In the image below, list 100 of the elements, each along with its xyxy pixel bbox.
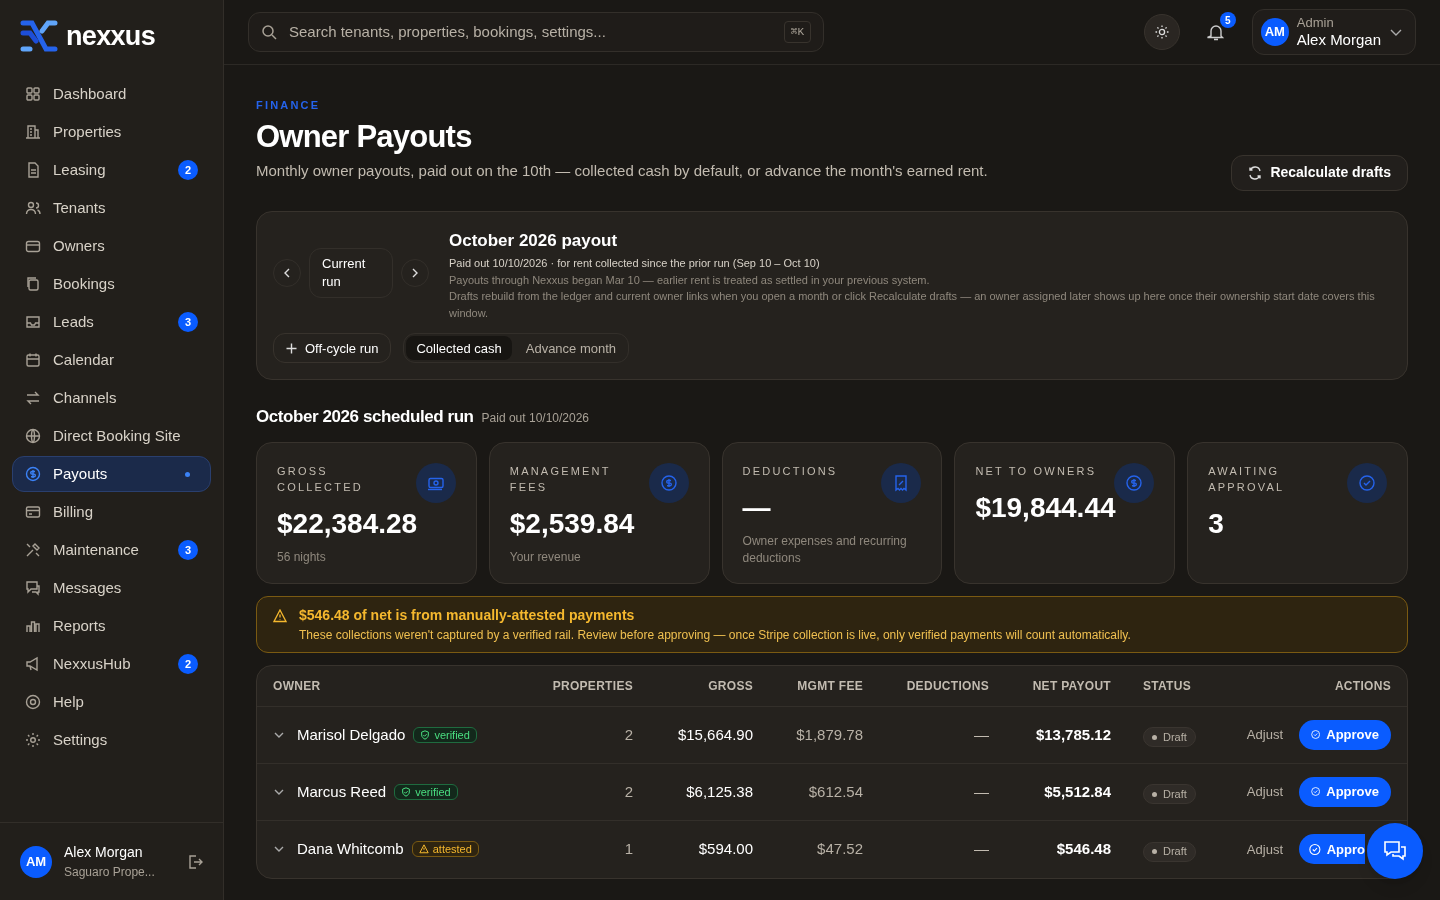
adjust-button[interactable]: Adjust: [1246, 725, 1283, 745]
nav-item[interactable]: Tenants: [12, 190, 211, 226]
chevron-right-icon: [410, 267, 420, 278]
table-cell-text: 2: [623, 781, 633, 802]
nav-item[interactable]: Calendar: [12, 342, 211, 378]
dollar-icon: [1125, 473, 1144, 492]
nav-label: Channels: [53, 387, 118, 408]
table-cell-text: $15,664.90: [676, 724, 753, 745]
chevron-left-icon: [282, 267, 292, 278]
status-badge: Draft: [1143, 841, 1196, 862]
bell-icon[interactable]: [1206, 23, 1225, 41]
nav-item[interactable]: Reports: [12, 608, 211, 644]
column-header: OWNER: [273, 677, 322, 695]
approve-button[interactable]: Appro: [1299, 834, 1365, 865]
nav-label: Maintenance: [53, 539, 140, 560]
period-note: Drafts rebuild from the ledger and current owner links when you open a month or click Recalculate drafts — an owner assigned later shows up here once their ownership start date covers this window.: [449, 289, 1376, 321]
table-cell-text: 1: [623, 839, 633, 859]
count-badge: 3: [178, 540, 198, 560]
nav-item[interactable]: Messages: [12, 570, 211, 606]
status-badge: Draft: [1143, 784, 1196, 804]
nav-item[interactable]: Properties: [12, 114, 211, 150]
dot-icon: [1152, 791, 1157, 797]
column-header: ACTIONS: [1333, 677, 1391, 695]
document-icon: [25, 162, 41, 178]
shortcut-hint: ⌘K: [783, 20, 811, 44]
nav-item[interactable]: Payouts: [12, 456, 211, 492]
card-icon: [25, 504, 41, 520]
table-cell-text: $5,512.84: [1043, 781, 1111, 802]
nav-label: Help: [53, 691, 85, 712]
nav-item[interactable]: Maintenance 3: [12, 532, 211, 568]
check-circle-icon: [1309, 842, 1321, 856]
table-cell-text: $546.48: [1055, 839, 1111, 859]
status-tag: verified: [413, 726, 477, 743]
user-name: Alex Morgan: [1296, 30, 1381, 50]
nav-item[interactable]: Dashboard: [12, 76, 211, 112]
stat-label: GROSS COLLECTED: [277, 463, 364, 495]
check-circle-icon: [1358, 473, 1376, 492]
nav-label: Tenants: [53, 197, 107, 218]
section-eyebrow: FINANCE: [256, 98, 322, 113]
nav-item[interactable]: Settings: [12, 722, 211, 758]
period-title: October 2026 payout: [449, 229, 619, 252]
nav-label: Dashboard: [53, 83, 128, 104]
nav-item[interactable]: Help: [12, 684, 211, 720]
column-header: STATUS: [1142, 677, 1193, 695]
stat-value: $19,844.44: [975, 490, 1117, 525]
user-avatar: AM: [1260, 18, 1289, 46]
mode-tab[interactable]: Advance month: [515, 336, 627, 361]
nav-item[interactable]: Leasing 2: [12, 152, 211, 188]
nav-item[interactable]: Owners: [12, 228, 211, 264]
page-title: Owner Payouts: [256, 117, 473, 156]
table-cell-text: —: [973, 839, 989, 859]
table-cell-text: $6,125.38: [685, 781, 753, 802]
globe-icon: [25, 428, 41, 444]
nav-label: Billing: [53, 501, 95, 522]
nav-item[interactable]: Billing: [12, 494, 211, 530]
nav-label: Leasing: [53, 159, 107, 180]
column-header: GROSS: [707, 677, 753, 695]
nav-item[interactable]: Channels: [12, 380, 211, 416]
nav-item[interactable]: Leads 3: [12, 304, 211, 340]
status-badge: Draft: [1143, 727, 1196, 747]
notification-count: 5: [1219, 12, 1236, 28]
stat-value: $22,384.28: [277, 506, 419, 541]
stat-value: $2,539.84: [509, 506, 636, 541]
nav-item[interactable]: NexxusHub 2: [12, 646, 211, 682]
search-icon: [261, 24, 277, 40]
approve-button[interactable]: Approve: [1299, 776, 1391, 807]
nav-label: Messages: [53, 577, 123, 598]
adjust-button[interactable]: Adjust: [1246, 839, 1283, 859]
column-header: PROPERTIES: [551, 677, 633, 695]
table-cell-text: $13,785.12: [1034, 724, 1111, 745]
nav-label: Leads: [53, 311, 95, 332]
nav-label: Bookings: [53, 273, 116, 294]
page-subtitle: Monthly owner payouts, paid out on the 10th — collected cash by default, or advance the month's earned rent.: [256, 161, 988, 182]
gear-icon: [25, 732, 41, 748]
logout-icon[interactable]: [187, 853, 203, 870]
stat-label: MANAGEMENT FEES: [509, 463, 612, 495]
period-note: Payouts through Nexxus began Mar 10 — earlier rent is treated as settled in your previous system.: [449, 272, 931, 288]
nav-item[interactable]: Direct Booking Site: [12, 418, 211, 454]
check-circle-icon: [1311, 728, 1321, 742]
nav-label: Calendar: [53, 349, 115, 370]
theme-toggle[interactable]: [1143, 14, 1180, 50]
organization-name: Saguaro Prope...: [64, 864, 156, 881]
recalculate-button[interactable]: Recalculate drafts: [1231, 154, 1408, 191]
table-cell-text: $612.54: [807, 781, 863, 802]
nav-label: Properties: [53, 121, 123, 142]
approve-button[interactable]: Approve: [1299, 719, 1391, 750]
warning-text: These collections weren't captured by a verified rail. Review before approving — once Stripe collection is live, only verified payments will count automatically.: [299, 626, 1131, 644]
search-input[interactable]: Search tenants, properties, bookings, settings...: [289, 20, 772, 44]
adjust-button[interactable]: Adjust: [1246, 782, 1283, 802]
user-name: Alex Morgan: [64, 843, 144, 862]
mode-tab[interactable]: Collected cash: [406, 336, 512, 361]
off-cycle-button[interactable]: Off-cycle run: [273, 333, 392, 364]
table-cell-text: —: [973, 781, 989, 802]
search-field[interactable]: Search tenants, properties, bookings, settings... ⌘K: [248, 12, 824, 52]
column-header: NET PAYOUT: [1031, 677, 1111, 695]
nav-item[interactable]: Bookings: [12, 266, 211, 302]
people-icon: [25, 200, 41, 216]
table-cell-text: —: [973, 724, 989, 745]
run-subtitle: Paid out 10/10/2026: [481, 410, 590, 428]
run-title: October 2026 scheduled run: [256, 406, 474, 429]
